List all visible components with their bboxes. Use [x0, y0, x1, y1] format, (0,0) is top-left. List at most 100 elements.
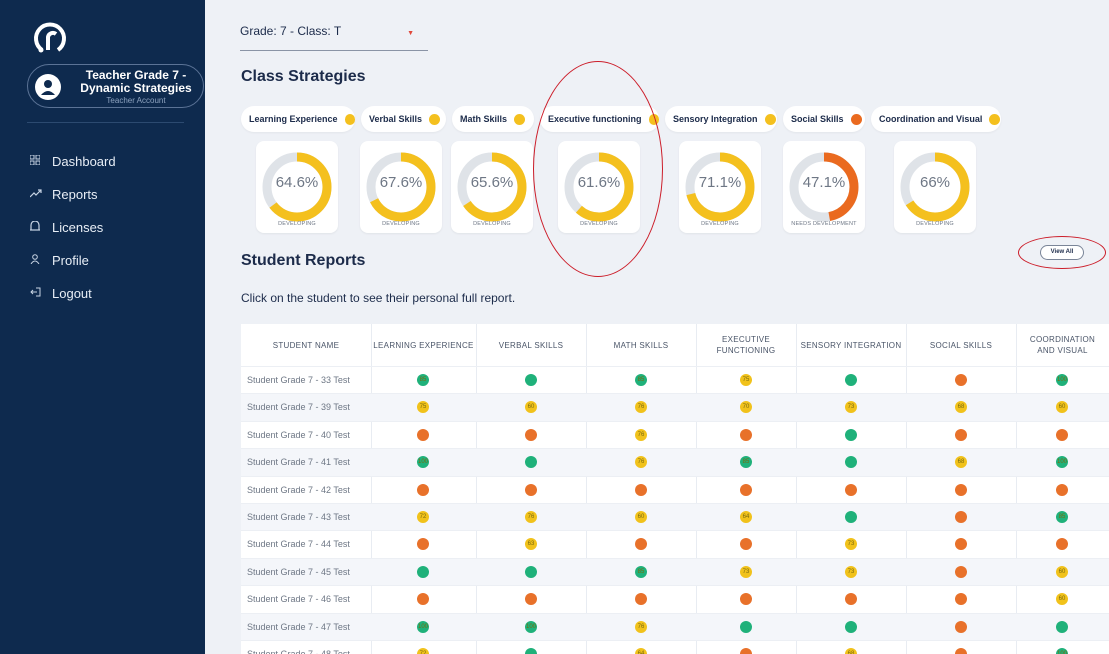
sidebar: Teacher Grade 7 - Dynamic Strategies Tea…	[0, 0, 205, 654]
student-name-cell[interactable]: Student Grade 7 - 47 Test	[247, 614, 350, 641]
student-name-cell[interactable]: Student Grade 7 - 43 Test	[247, 504, 350, 531]
gauge-status: DEVELOPING	[701, 221, 739, 227]
gauge-status: DEVELOPING	[473, 221, 511, 227]
strategy-pill-label: Coordination and Visual	[879, 114, 983, 124]
strategy-pill-label: Verbal Skills	[369, 114, 423, 124]
score-dot: 100	[1056, 648, 1068, 654]
trend-icon	[29, 188, 52, 201]
gauge-card-learning-experience[interactable]: 64.6% DEVELOPING	[256, 141, 338, 233]
score-dot	[845, 483, 857, 496]
table-row[interactable]: Student Grade 7 - 40 Test 76	[241, 420, 1109, 449]
view-all-button[interactable]: View All	[1040, 245, 1084, 260]
logo-icon	[34, 22, 66, 53]
gauge-card-sensory-integration[interactable]: 71.1% DEVELOPING	[679, 141, 761, 233]
gauge-card-coordination-and-visual[interactable]: 66% DEVELOPING	[894, 141, 976, 233]
score-dot	[417, 593, 429, 606]
student-name-cell[interactable]: Student Grade 7 - 46 Test	[247, 586, 350, 613]
score-dot	[417, 565, 429, 578]
gauge-card-social-skills[interactable]: 47.1% NEEDS DEVELOPMENT	[783, 141, 865, 233]
student-name-cell[interactable]: Student Grade 7 - 41 Test	[247, 449, 350, 476]
score-dot	[635, 538, 647, 551]
sidebar-item-reports[interactable]: Reports	[29, 178, 116, 211]
account-role: Teacher Account	[106, 96, 166, 105]
sidebar-item-dashboard[interactable]: Dashboard	[29, 145, 116, 178]
strategy-pill-sensory-integration[interactable]: Sensory Integration	[665, 106, 777, 132]
score-dot: 76	[635, 401, 647, 414]
column-header: EXECUTIVE FUNCTIONING	[716, 335, 776, 355]
score-dot: 72	[417, 511, 429, 523]
table-row[interactable]: Student Grade 7 - 41 Test 100 76 85 68 100	[241, 448, 1109, 476]
score-dot	[845, 456, 857, 469]
score-dot: 100	[1056, 374, 1068, 386]
score-dot: 64	[740, 511, 752, 523]
score-dot: 60	[1056, 401, 1068, 414]
score-dot	[740, 483, 752, 496]
gauge-status: NEEDS DEVELOPMENT	[791, 221, 857, 227]
score-dot: 75	[740, 374, 752, 386]
strategy-pill-label: Math Skills	[460, 114, 508, 124]
status-dot-icon	[344, 113, 355, 125]
grid-icon	[29, 154, 52, 168]
student-name-cell[interactable]: Student Grade 7 - 42 Test	[247, 477, 350, 504]
table-row[interactable]: Student Grade 7 - 42 Test	[241, 475, 1109, 504]
student-name-cell[interactable]: Student Grade 7 - 44 Test	[247, 531, 350, 558]
table-row[interactable]: Student Grade 7 - 44 Test 63 73	[241, 530, 1109, 557]
sidebar-nav: Dashboard Reports Licenses Profile Logou…	[29, 145, 116, 310]
annotation-ellipse	[533, 61, 663, 277]
table-row[interactable]: Student Grade 7 - 39 Test 75 60 76 70 73 68 60	[241, 393, 1109, 421]
score-dot	[955, 483, 967, 496]
user-avatar-icon	[41, 80, 55, 95]
student-name-cell[interactable]: Student Grade 7 - 33 Test	[247, 367, 350, 394]
gauge-card-math-skills[interactable]: 65.6% DEVELOPING	[451, 141, 533, 233]
column-header: COORDINATION AND VISUAL	[1029, 335, 1096, 355]
score-dot	[740, 593, 752, 606]
score-dot	[525, 593, 537, 606]
score-dot: 76	[635, 620, 647, 633]
strategy-pill-social-skills[interactable]: Social Skills	[783, 106, 865, 132]
score-dot	[1056, 428, 1068, 441]
strategy-pill-coordination-and-visual[interactable]: Coordination and Visual	[871, 106, 1001, 132]
score-dot: 60	[1056, 593, 1068, 606]
grade-class-value: Grade: 7 - Class: T	[240, 24, 342, 38]
student-name-cell[interactable]: Student Grade 7 - 48 Test	[247, 641, 350, 654]
status-dot-icon	[764, 113, 776, 125]
account-card[interactable]: Teacher Grade 7 - Dynamic Strategies Tea…	[27, 64, 204, 108]
student-name-cell[interactable]: Student Grade 7 - 40 Test	[247, 422, 350, 449]
score-dot: 100	[417, 456, 429, 469]
sidebar-item-label: Dashboard	[52, 154, 116, 169]
account-name: Teacher Grade 7 - Dynamic Strategies	[80, 68, 192, 95]
strategy-pill-learning-experience[interactable]: Learning Experience	[241, 106, 355, 132]
score-dot	[845, 593, 857, 606]
table-row[interactable]: Student Grade 7 - 48 Test 72 64 68 100	[241, 640, 1109, 654]
strategy-pill-label: Learning Experience	[249, 114, 338, 124]
student-name-cell[interactable]: Student Grade 7 - 45 Test	[247, 559, 350, 586]
strategy-pill-math-skills[interactable]: Math Skills	[452, 106, 534, 132]
score-dot	[955, 565, 967, 578]
table-row[interactable]: Student Grade 7 - 47 Test 100 100 76	[241, 612, 1109, 641]
sidebar-item-logout[interactable]: Logout	[30, 277, 116, 310]
score-dot: 70	[740, 401, 752, 414]
table-header: STUDENT NAME LEARNING EXPERIENCE VERBAL …	[241, 324, 1109, 366]
table-row[interactable]: Student Grade 7 - 46 Test 60	[241, 585, 1109, 612]
grade-class-select[interactable]: Grade: 7 - Class: T ▼	[240, 24, 428, 51]
score-dot: 76	[635, 456, 647, 469]
score-dot: 85	[635, 374, 647, 386]
caret-down-icon: ▼	[407, 30, 414, 37]
score-dot: 68	[845, 648, 857, 654]
score-dot	[525, 428, 537, 441]
sidebar-item-licenses[interactable]: Licenses	[30, 211, 116, 244]
sidebar-item-profile[interactable]: Profile	[30, 244, 116, 277]
table-row[interactable]: Student Grade 7 - 43 Test 72 76 60 64 85	[241, 503, 1109, 531]
status-dot-icon	[850, 113, 862, 125]
table-row[interactable]: Student Grade 7 - 45 Test 85 73 73 60	[241, 557, 1109, 586]
score-dot	[955, 428, 967, 441]
strategy-pill-verbal-skills[interactable]: Verbal Skills	[361, 106, 446, 132]
gauge-percent: 67.6%	[379, 174, 423, 191]
column-header: SOCIAL SKILLS	[929, 340, 993, 350]
class-strategies-title: Class Strategies	[241, 68, 366, 85]
user-icon	[30, 254, 52, 267]
gauge-card-verbal-skills[interactable]: 67.6% DEVELOPING	[360, 141, 442, 233]
table-row[interactable]: Student Grade 7 - 33 Test 85 85 75 100	[241, 366, 1109, 393]
student-name-cell[interactable]: Student Grade 7 - 39 Test	[247, 394, 350, 421]
score-dot: 64	[635, 648, 647, 654]
